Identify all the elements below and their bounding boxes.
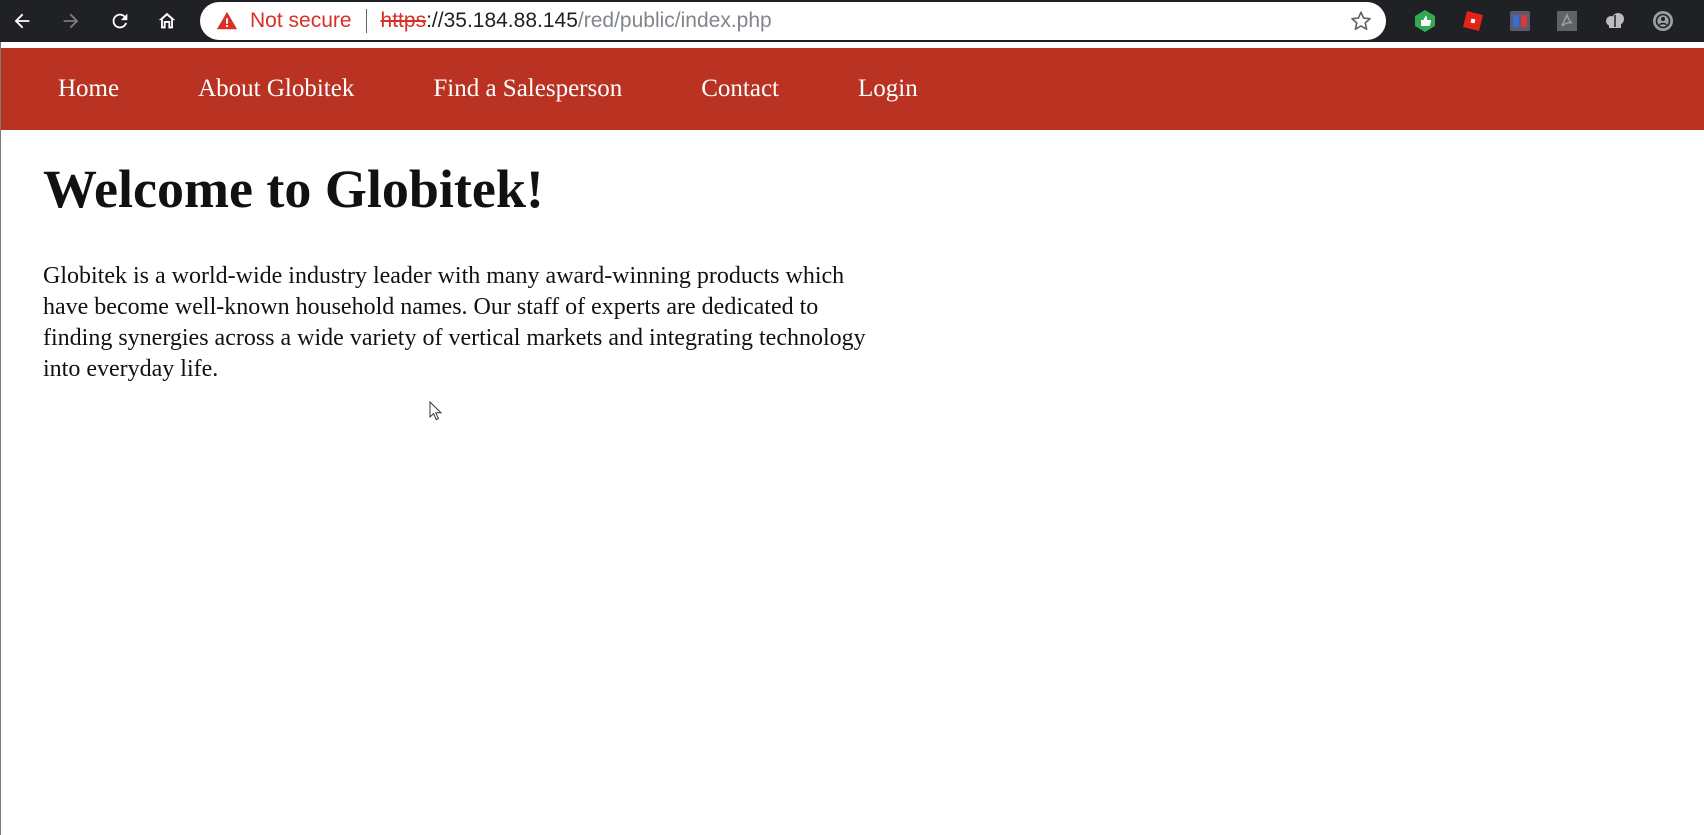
cloud-extension-icon[interactable] bbox=[1603, 9, 1627, 33]
thumbs-up-extension-icon[interactable] bbox=[1413, 9, 1437, 33]
home-button[interactable] bbox=[151, 5, 183, 37]
nav-link-login[interactable]: Login bbox=[858, 75, 918, 103]
main-content: Welcome to Globitek! Globitek is a world… bbox=[43, 159, 873, 385]
nav-link-find-salesperson[interactable]: Find a Salesperson bbox=[433, 75, 622, 103]
url-path: /red/public/index.php bbox=[577, 9, 772, 32]
reload-icon bbox=[112, 13, 128, 29]
nav-link-home[interactable]: Home bbox=[58, 75, 119, 103]
extension-icon[interactable] bbox=[1508, 9, 1532, 33]
forward-icon bbox=[63, 13, 79, 29]
page-title: Welcome to Globitek! bbox=[43, 159, 544, 219]
nav-link-about[interactable]: About Globitek bbox=[198, 75, 354, 103]
profile-icon[interactable] bbox=[1651, 9, 1675, 33]
pdf-extension-icon[interactable] bbox=[1555, 9, 1579, 33]
security-status[interactable]: Not secure bbox=[250, 9, 352, 33]
address-bar[interactable]: Not secure https://35.184.88.145/red/pub… bbox=[200, 2, 1386, 40]
reload-button[interactable] bbox=[104, 5, 136, 37]
roblox-extension-icon[interactable] bbox=[1461, 9, 1485, 33]
browser-toolbar: Not secure https://35.184.88.145/red/pub… bbox=[0, 0, 1704, 42]
site-navigation: Home About Globitek Find a Salesperson C… bbox=[1, 48, 1704, 130]
home-icon bbox=[158, 12, 176, 29]
mouse-cursor-icon bbox=[429, 401, 443, 421]
bookmark-star-icon[interactable] bbox=[1350, 10, 1372, 32]
warning-icon bbox=[216, 10, 238, 32]
nav-link-contact[interactable]: Contact bbox=[701, 75, 779, 103]
url-scheme: https bbox=[380, 9, 427, 32]
back-button[interactable] bbox=[6, 5, 38, 37]
intro-paragraph: Globitek is a world-wide industry leader… bbox=[43, 263, 866, 383]
forward-button[interactable] bbox=[55, 5, 87, 37]
omnibox-divider bbox=[365, 9, 367, 33]
url-host: ://35.184.88.145 bbox=[426, 9, 578, 32]
back-icon bbox=[14, 13, 30, 29]
page-viewport: Home About Globitek Find a Salesperson C… bbox=[0, 42, 1704, 835]
